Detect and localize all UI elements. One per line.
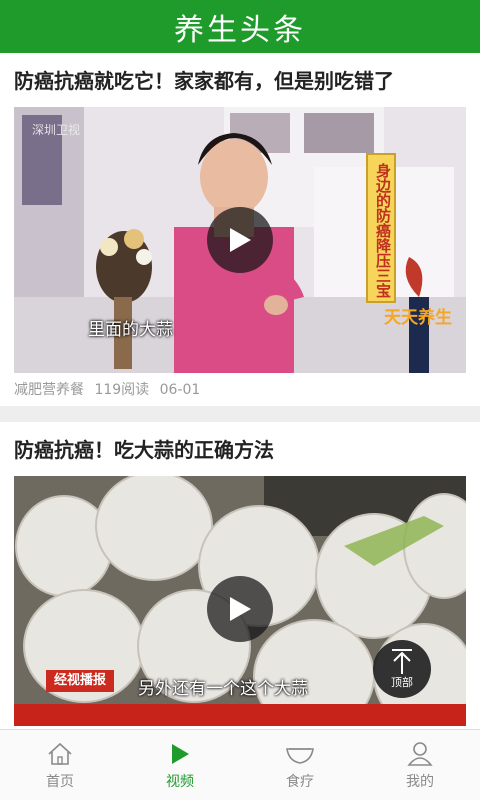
tab-video[interactable]: 视频 [120, 730, 240, 800]
tab-diet-therapy[interactable]: 食疗 [240, 730, 360, 800]
bowl-icon [285, 740, 315, 768]
user-icon [405, 740, 435, 768]
video-meta: 减肥营养餐 119阅读 06-01 [14, 379, 206, 399]
tab-profile[interactable]: 我的 [360, 730, 480, 800]
video-feed[interactable]: 防癌抗癌就吃它！家家都有，但是别吃错了 深圳卫视 身边的防癌降压三宝 天天养生 … [0, 53, 480, 729]
video-category: 减肥营养餐 [14, 382, 84, 398]
channel-logo: 深圳卫视 [32, 123, 81, 137]
app-title: 养生头条 [174, 12, 306, 48]
bottom-tab-bar: 首页 视频 食疗 我的 [0, 729, 480, 800]
video-thumbnail[interactable]: 深圳卫视 身边的防癌降压三宝 天天养生 里面的大蒜 [14, 107, 466, 373]
video-date: 06-01 [159, 382, 201, 398]
arrow-up-icon [392, 649, 412, 674]
tab-label: 首页 [46, 773, 74, 790]
video-title[interactable]: 防癌抗癌！吃大蒜的正确方法 [14, 434, 466, 463]
tab-home[interactable]: 首页 [0, 730, 120, 800]
home-icon [45, 740, 75, 768]
tab-label: 我的 [406, 773, 434, 790]
news-program-logo: 经视播报 [46, 670, 114, 692]
play-icon [230, 597, 251, 621]
video-card[interactable]: 防癌抗癌就吃它！家家都有，但是别吃错了 深圳卫视 身边的防癌降压三宝 天天养生 … [0, 53, 480, 406]
tab-label: 视频 [166, 773, 194, 790]
video-title[interactable]: 防癌抗癌就吃它！家家都有，但是别吃错了 [14, 65, 466, 94]
program-brand-badge: 天天养生 [384, 308, 452, 328]
back-to-top-label: 顶部 [391, 676, 413, 689]
video-read-count: 119阅读 [94, 382, 150, 398]
play-button[interactable] [207, 576, 273, 642]
play-icon [165, 740, 195, 768]
video-subtitle: 另外还有一个这个大蒜 [138, 679, 308, 699]
app-header: 养生头条 [0, 0, 480, 53]
play-icon [230, 228, 251, 252]
news-ticker [14, 704, 466, 726]
video-subtitle: 里面的大蒜 [88, 320, 173, 340]
play-button[interactable] [207, 207, 273, 273]
tab-label: 食疗 [286, 773, 314, 790]
program-banner: 身边的防癌降压三宝 [366, 153, 396, 303]
back-to-top-button[interactable]: 顶部 [373, 640, 431, 698]
